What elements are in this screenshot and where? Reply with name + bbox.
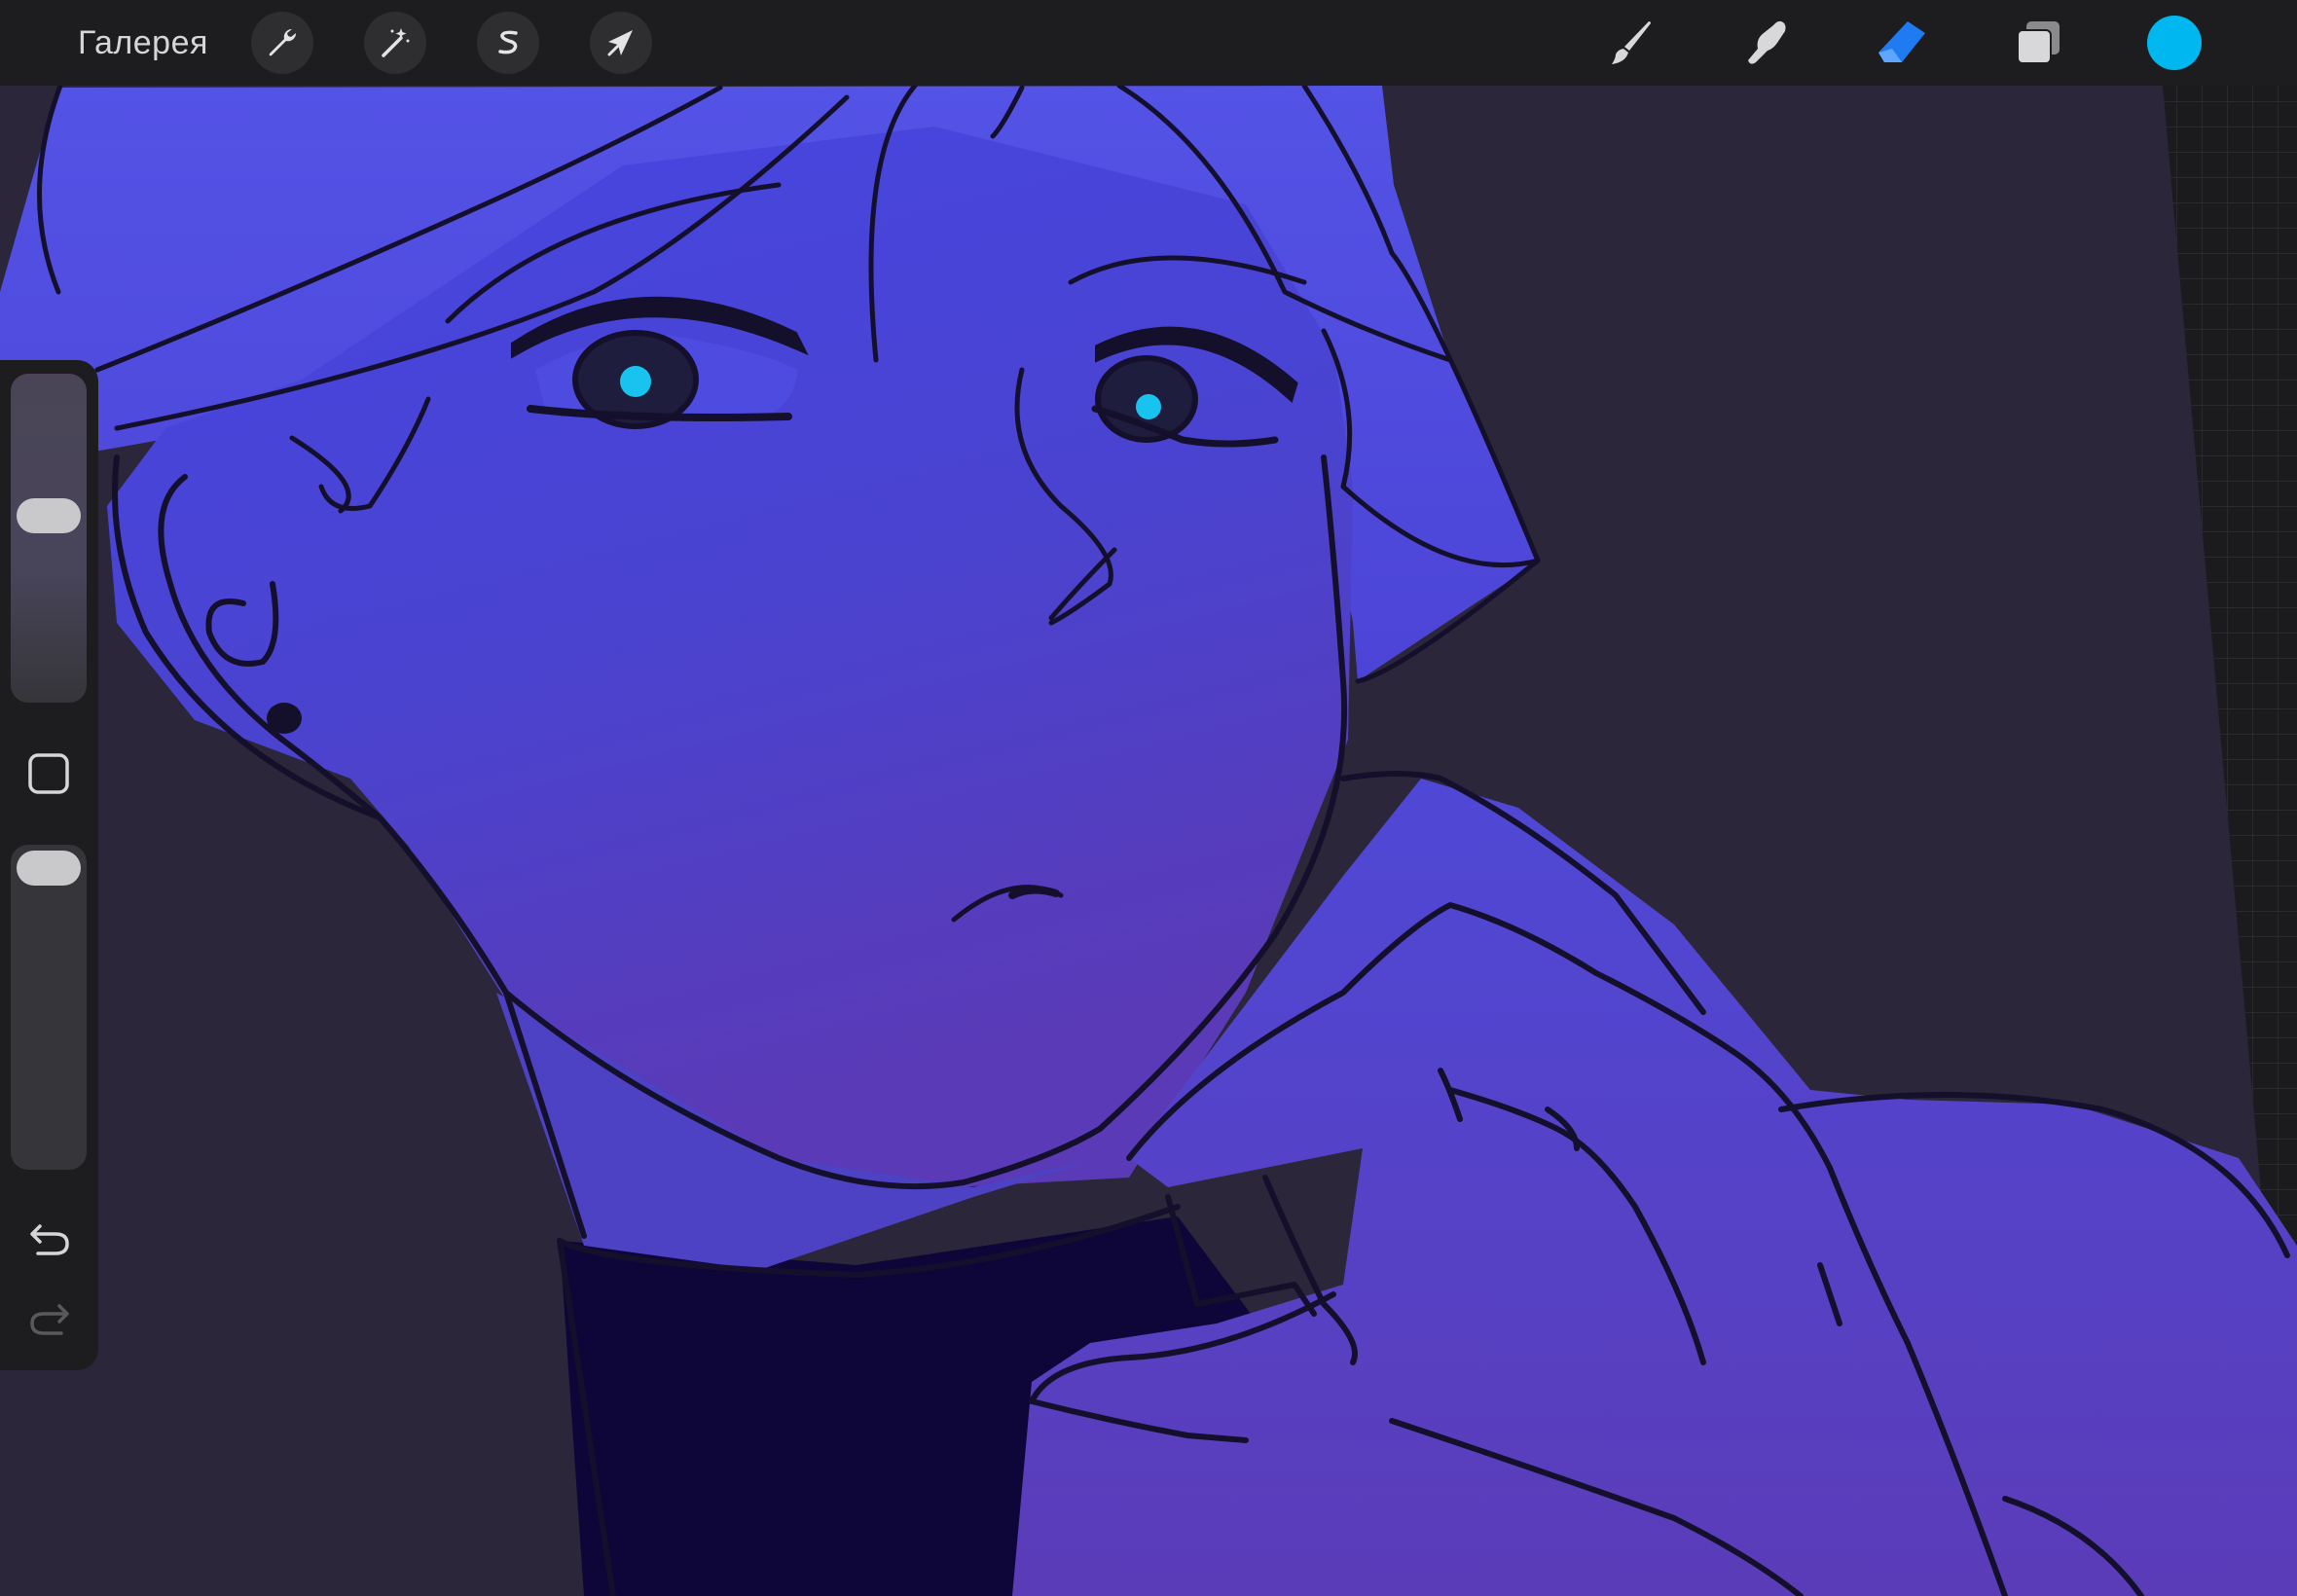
arrow-cursor-icon	[607, 30, 633, 56]
top-toolbar: Галерея	[0, 0, 2297, 86]
wrench-icon	[269, 28, 297, 56]
transform-button[interactable]	[590, 12, 652, 74]
eraser-icon	[1878, 21, 1925, 62]
brush-opacity-slider[interactable]	[11, 845, 87, 1170]
gallery-button[interactable]: Галерея	[78, 19, 208, 66]
brush-button[interactable]	[1602, 14, 1660, 72]
redo-icon[interactable]	[26, 1296, 73, 1343]
adjustments-button[interactable]	[364, 12, 426, 74]
selection-s-icon	[498, 30, 518, 54]
undo-icon[interactable]	[26, 1216, 73, 1263]
color-picker-button[interactable]	[2147, 16, 2202, 70]
smudge-button[interactable]	[1738, 14, 1797, 72]
drawing-canvas[interactable]	[0, 86, 2297, 1596]
smudge-icon	[1748, 20, 1786, 64]
brush-size-slider[interactable]	[11, 374, 87, 703]
layers-button[interactable]	[2009, 14, 2067, 72]
eraser-button[interactable]	[1873, 14, 1931, 72]
layers-icon	[2017, 21, 2060, 64]
brush-icon	[1612, 21, 1651, 64]
modify-square-icon[interactable]	[26, 751, 71, 796]
brush-opacity-handle[interactable]	[17, 851, 81, 886]
actions-button[interactable]	[251, 12, 313, 74]
magic-wand-icon	[382, 28, 410, 57]
brush-size-handle[interactable]	[17, 497, 81, 533]
left-sidebar	[0, 360, 98, 1370]
selection-button[interactable]	[477, 12, 539, 74]
